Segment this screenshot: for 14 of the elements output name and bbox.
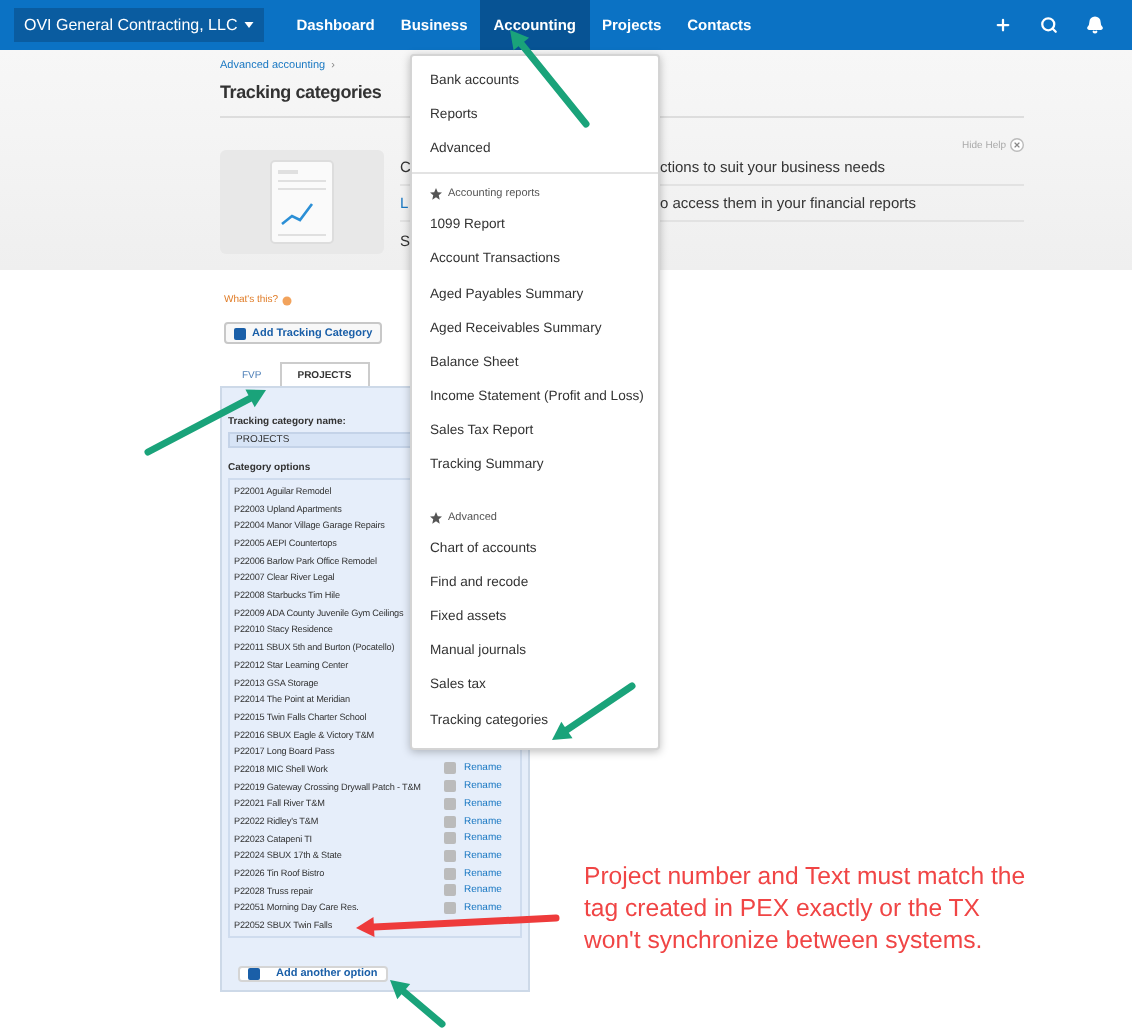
help-icon [282,295,293,305]
arrow [390,980,446,1028]
caret-icon [243,22,254,28]
star-icon [430,512,442,525]
annotation-note: Project number and Text must match the tag created in PEX exactly or the TX won't synchronize between systems. [584,860,1028,956]
close-icon[interactable] [1010,138,1024,152]
search-icon[interactable] [1040,16,1058,34]
page-title: Tracking categories [220,82,382,102]
document-chart-drawing [270,160,334,244]
add-icon[interactable] [994,16,1012,34]
star-icon [430,188,442,201]
bell-icon[interactable] [1086,16,1104,34]
organization-switcher[interactable]: OVI General Contracting, LLC [14,8,264,42]
arrow [552,682,636,740]
